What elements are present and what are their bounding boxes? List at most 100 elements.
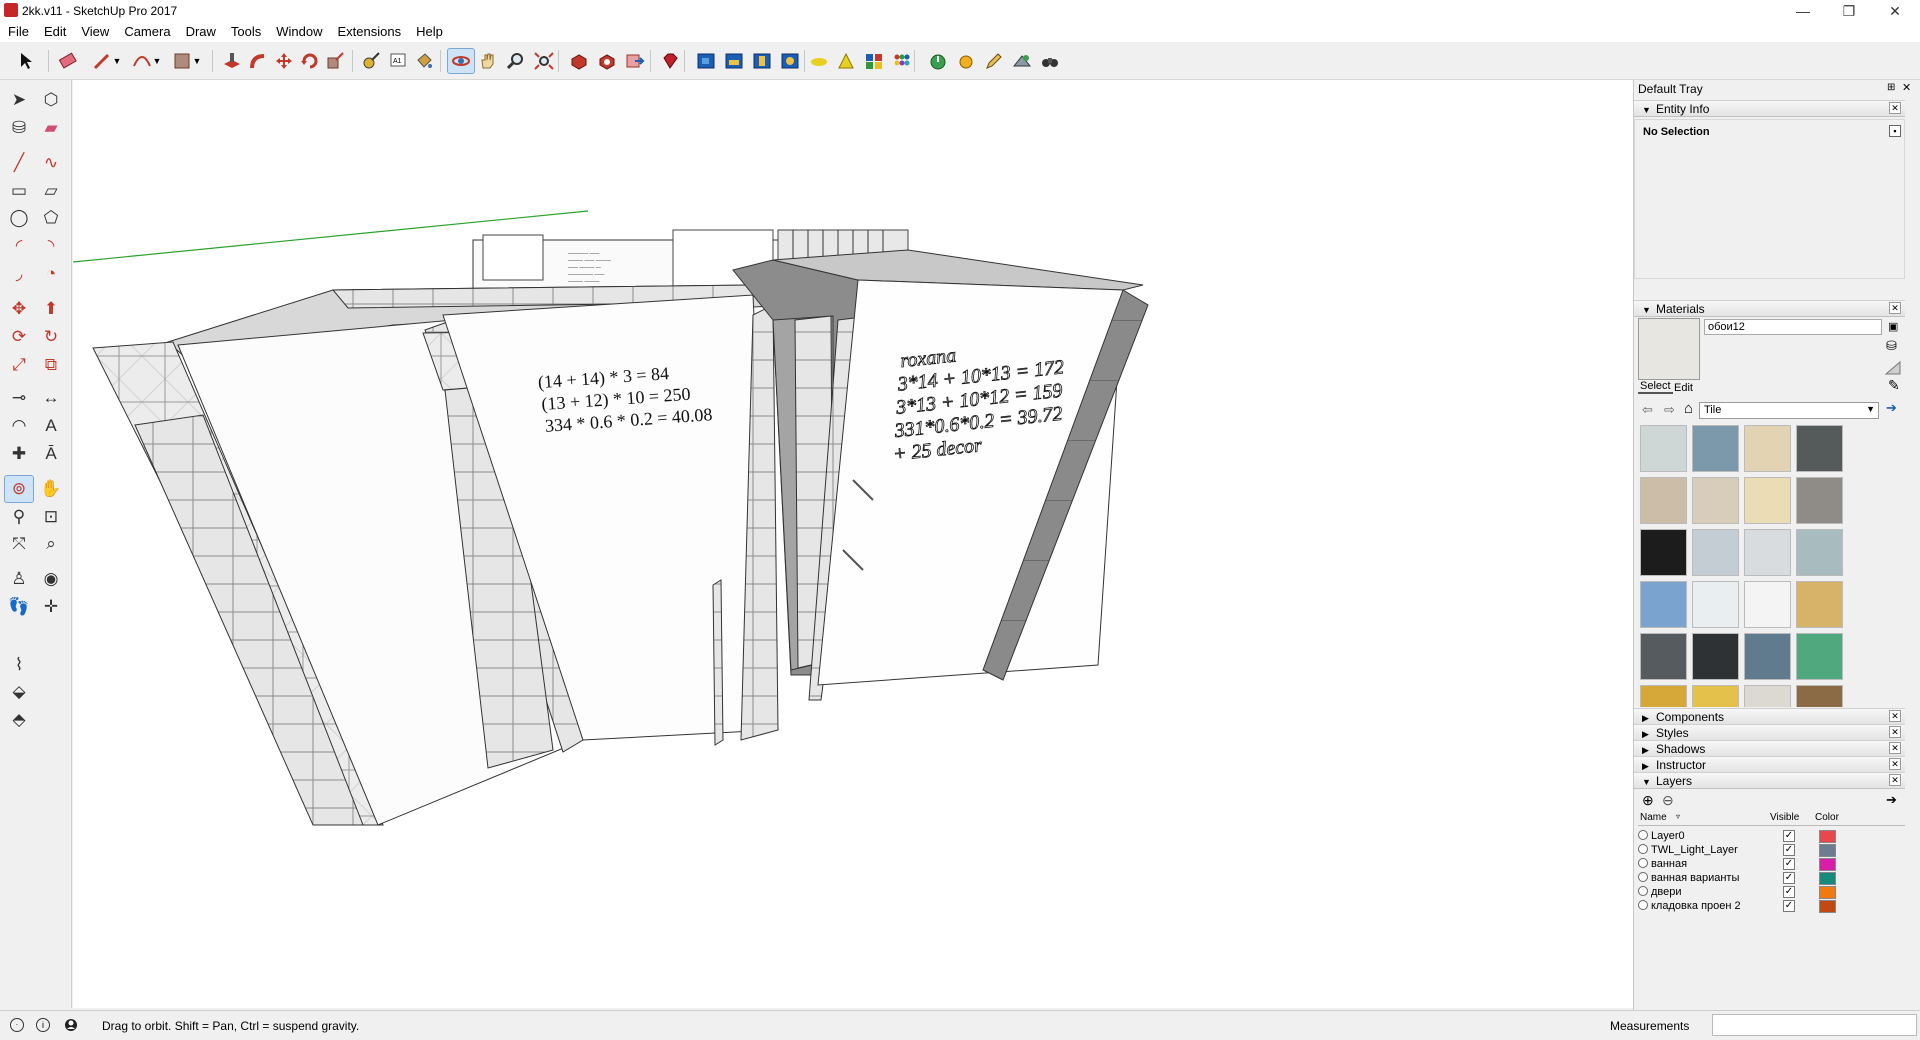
sandbox-triangle-icon[interactable] — [832, 48, 860, 74]
material-swatch[interactable] — [1744, 633, 1791, 680]
material-swatch[interactable] — [1692, 529, 1739, 576]
rotate-icon[interactable]: ⟳ — [4, 323, 34, 351]
entity-info-header[interactable]: ▼ Entity Info ✕ — [1634, 100, 1905, 117]
layer-visible-checkbox[interactable]: ✓ — [1783, 830, 1795, 842]
rotated-rectangle-icon[interactable]: ▱ — [36, 177, 66, 205]
extension-grid-icon[interactable] — [860, 48, 888, 74]
material-swatch[interactable] — [1796, 529, 1843, 576]
active-layer-radio[interactable] — [1638, 886, 1648, 896]
ruby-icon[interactable] — [656, 48, 684, 74]
view-iso-icon[interactable] — [692, 48, 720, 74]
styles-close-icon[interactable]: ✕ — [1889, 726, 1901, 738]
pan-icon[interactable]: ✋ — [36, 475, 66, 503]
material-swatch[interactable] — [1692, 633, 1739, 680]
paint-bucket-icon[interactable] — [410, 48, 438, 74]
material-swatch[interactable] — [1692, 581, 1739, 628]
zoom-icon[interactable]: ⚲ — [4, 503, 34, 531]
camera-icon[interactable] — [1008, 48, 1036, 74]
scale-icon[interactable] — [322, 48, 350, 74]
chevron-down-icon[interactable]: ▼ — [150, 48, 164, 74]
materials-close-icon[interactable]: ✕ — [1889, 302, 1901, 314]
push-pull-icon[interactable] — [218, 48, 246, 74]
material-swatch[interactable] — [1744, 529, 1791, 576]
credits-icon[interactable]: i — [36, 1018, 50, 1032]
pencil-icon[interactable] — [980, 48, 1008, 74]
material-swatch[interactable] — [1692, 425, 1739, 472]
text-icon[interactable]: A1 — [384, 48, 412, 74]
view-front-icon[interactable] — [748, 48, 776, 74]
eraser-icon[interactable] — [54, 48, 82, 74]
walk-icon[interactable]: 👣 — [4, 593, 34, 621]
layer-visible-checkbox[interactable]: ✓ — [1783, 900, 1795, 912]
instructor-close-icon[interactable]: ✕ — [1889, 758, 1901, 770]
material-swatch[interactable] — [1796, 477, 1843, 524]
menu-view[interactable]: View — [73, 22, 116, 39]
polygon-icon[interactable]: ⬠ — [36, 204, 66, 232]
add-layer-icon[interactable]: ⊕ — [1642, 792, 1654, 809]
layer-visible-checkbox[interactable]: ✓ — [1783, 886, 1795, 898]
material-swatch[interactable] — [1640, 477, 1687, 524]
menu-help[interactable]: Help — [408, 22, 450, 39]
material-swatch[interactable] — [1796, 425, 1843, 472]
circle-icon[interactable]: ◯ — [4, 204, 34, 232]
sample-paint-icon[interactable] — [1884, 360, 1902, 376]
material-swatch[interactable] — [1796, 685, 1843, 707]
look-around-icon[interactable]: ◉ — [36, 565, 66, 593]
details-toggle-icon[interactable]: ▪ — [1889, 125, 1901, 137]
zoom-icon[interactable] — [502, 48, 530, 74]
materials-tab-edit[interactable]: Edit — [1674, 382, 1693, 394]
sandbox-icon[interactable] — [805, 48, 833, 74]
menu-window[interactable]: Window — [268, 22, 329, 39]
follow-me-icon[interactable]: ↻ — [36, 323, 66, 351]
material-swatch[interactable] — [1692, 685, 1739, 707]
binoculars-icon[interactable] — [1036, 48, 1064, 74]
components-close-icon[interactable]: ✕ — [1889, 710, 1901, 722]
rotate-icon[interactable] — [296, 48, 324, 74]
position-camera-icon[interactable]: ♙ — [4, 565, 34, 593]
scale-icon[interactable]: ⤢ — [4, 351, 34, 379]
rectangle-icon[interactable]: ▭ — [4, 177, 34, 205]
move-icon[interactable] — [270, 48, 298, 74]
layers-col-name[interactable]: Name — [1640, 812, 1667, 823]
layer-visible-checkbox[interactable]: ✓ — [1783, 858, 1795, 870]
material-swatch[interactable] — [1640, 529, 1687, 576]
active-layer-radio[interactable] — [1638, 872, 1648, 882]
axes-icon[interactable]: ✚ — [4, 440, 34, 468]
layers-col-visible[interactable]: Visible — [1770, 812, 1799, 823]
restore-button[interactable]: ❐ — [1826, 0, 1872, 22]
layer-details-icon[interactable]: ➔ — [1886, 792, 1897, 808]
menu-tools[interactable]: Tools — [223, 22, 268, 39]
home-icon[interactable]: ⌂ — [1684, 400, 1693, 417]
menu-draw[interactable]: Draw — [178, 22, 223, 39]
active-layer-radio[interactable] — [1638, 900, 1648, 910]
offset-icon[interactable]: ⧉ — [36, 351, 66, 379]
freehand-icon[interactable]: ∿ — [36, 149, 66, 177]
power-icon[interactable] — [924, 48, 952, 74]
chevron-down-icon[interactable]: ▼ — [190, 48, 204, 74]
forward-arrow-icon[interactable]: ⇨ — [1664, 402, 1675, 418]
user-account-icon[interactable] — [64, 1017, 78, 1033]
extension-warehouse-icon[interactable] — [593, 48, 621, 74]
material-swatch[interactable] — [1796, 581, 1843, 628]
material-swatch[interactable] — [1796, 633, 1843, 680]
model-viewport[interactable]: ———— —— ——— —— ——— —— ——— — ————— —— ——— ———… — [73, 80, 1633, 1008]
measurements-input[interactable] — [1712, 1014, 1917, 1036]
layers-scrollbar[interactable] — [1905, 792, 1917, 912]
tape-measure-icon[interactable]: ⊸ — [4, 384, 34, 412]
arc-icon[interactable]: ◜ — [4, 232, 34, 260]
material-swatch[interactable] — [1692, 477, 1739, 524]
create-material-icon[interactable]: ▣ — [1888, 320, 1898, 333]
layer-row[interactable]: кладовка проен 2 ✓ — [1638, 898, 1908, 915]
material-swatch[interactable] — [1640, 425, 1687, 472]
instructor-header[interactable]: ▶ Instructor ✕ — [1634, 756, 1905, 773]
material-swatch[interactable] — [1640, 685, 1687, 707]
previous-view-icon[interactable]: ⌕ — [36, 530, 66, 558]
zoom-window-icon[interactable]: ⊡ — [36, 503, 66, 531]
3d-warehouse-icon[interactable] — [565, 48, 593, 74]
section-plane-icon[interactable]: ✛ — [36, 593, 66, 621]
delete-layer-icon[interactable]: ⊖ — [1662, 792, 1674, 809]
geo-location-icon[interactable]: · — [10, 1018, 24, 1032]
details-arrow-icon[interactable]: ➔ — [1886, 400, 1897, 416]
material-swatch[interactable] — [1640, 633, 1687, 680]
active-layer-radio[interactable] — [1638, 858, 1648, 868]
